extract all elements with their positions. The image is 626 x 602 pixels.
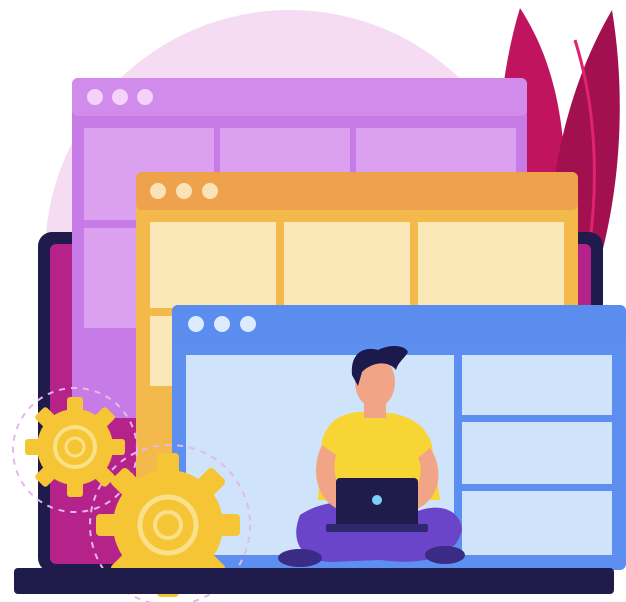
illustration — [0, 0, 626, 602]
base-bar — [14, 568, 614, 594]
window-dots-icon — [188, 316, 204, 332]
window-dots-icon — [87, 89, 103, 105]
illustration-canvas — [12, 8, 626, 602]
window-dots-icon — [150, 183, 166, 199]
gear-icon — [25, 397, 125, 497]
